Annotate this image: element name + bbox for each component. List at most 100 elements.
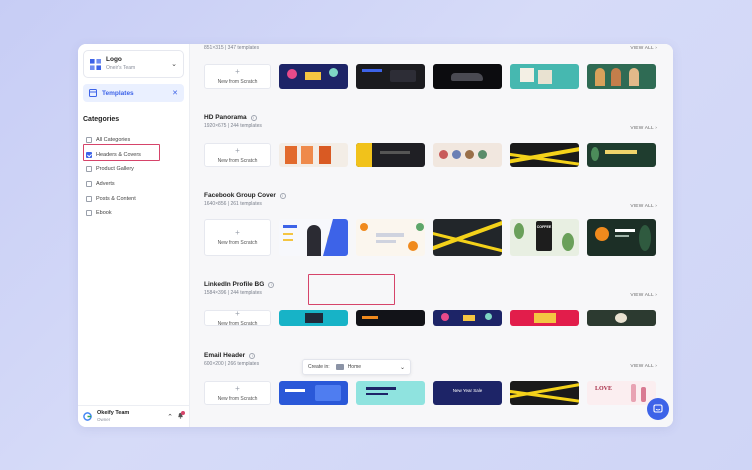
template-thumbnail[interactable] xyxy=(279,64,348,89)
info-icon[interactable]: i xyxy=(250,114,257,121)
close-icon[interactable]: ✕ xyxy=(172,89,178,97)
template-row: + New from Scratch COFFEE xyxy=(204,219,656,256)
create-in-bar[interactable]: Create in: Home ⌄ xyxy=(302,359,411,375)
section-subtitle: 851×315 | 347 templates xyxy=(204,45,260,51)
team-name: Logo xyxy=(106,56,122,64)
category-item-product-gallery[interactable]: Product Gallery xyxy=(86,162,141,177)
template-thumbnail[interactable] xyxy=(356,143,425,167)
template-thumbnail[interactable] xyxy=(356,310,425,326)
thumb-text-coffee: COFFEE xyxy=(536,225,552,229)
section-title: Facebook Group Cover xyxy=(204,192,276,199)
footer-role: Owner xyxy=(97,417,111,422)
template-thumbnail[interactable] xyxy=(279,310,348,326)
checkbox[interactable] xyxy=(86,181,92,188)
template-thumbnail[interactable] xyxy=(510,64,579,89)
template-thumbnail[interactable]: LOVE xyxy=(587,381,656,405)
template-thumbnail[interactable] xyxy=(279,381,348,405)
template-thumbnail[interactable] xyxy=(279,219,348,256)
new-from-scratch-card[interactable]: + New from Scratch xyxy=(204,143,271,167)
section-subtitle: 1640×856 | 261 templates xyxy=(204,201,262,207)
category-item-posts-content[interactable]: Posts & Content xyxy=(86,191,141,206)
view-all-link[interactable]: VIEW ALL › xyxy=(630,364,657,369)
template-row: + New from Scratch xyxy=(204,64,656,89)
info-icon[interactable]: i xyxy=(279,192,286,199)
info-icon[interactable]: i xyxy=(268,281,275,288)
template-thumbnail[interactable] xyxy=(433,310,502,326)
template-thumbnail[interactable] xyxy=(433,64,502,89)
section-email-header: Email Header i 600×200 | 266 templates VI… xyxy=(204,352,659,369)
sidebar: Logo Oneir's Team ⌄ Templates ✕ Categori… xyxy=(78,44,190,427)
checkbox[interactable] xyxy=(86,210,92,217)
chevron-down-icon: ⌄ xyxy=(399,364,405,371)
chevron-down-icon: ⌄ xyxy=(171,61,177,68)
plus-icon: + xyxy=(235,67,240,76)
view-all-link[interactable]: VIEW ALL › xyxy=(630,204,657,209)
chat-support-button[interactable] xyxy=(647,398,669,420)
new-from-scratch-card[interactable]: + New from Scratch xyxy=(204,381,271,405)
new-from-scratch-card[interactable]: + New from Scratch xyxy=(204,219,271,256)
template-thumbnail[interactable] xyxy=(587,64,656,89)
new-from-scratch-card[interactable]: + New from Scratch xyxy=(204,308,271,327)
team-switcher[interactable]: Logo Oneir's Team ⌄ xyxy=(83,50,184,78)
checkbox[interactable] xyxy=(86,166,92,173)
section-facebook-cover: 851×315 | 347 templates VIEW ALL › xyxy=(204,44,659,51)
template-thumbnail[interactable] xyxy=(433,219,502,256)
view-all-link[interactable]: VIEW ALL › xyxy=(630,293,657,298)
template-row: + New from Scratch New Year Sale LOVE xyxy=(204,381,656,405)
template-row: + New from Scratch xyxy=(204,308,656,327)
view-all-link[interactable]: VIEW ALL › xyxy=(630,126,657,131)
thumb-text-sale: New Year Sale xyxy=(452,388,483,393)
checkbox[interactable] xyxy=(86,137,92,144)
chevron-up-icon[interactable]: ⌃ xyxy=(167,413,173,421)
template-thumbnail[interactable]: New Year Sale xyxy=(433,381,502,405)
template-thumbnail[interactable] xyxy=(587,310,656,326)
template-thumbnail[interactable] xyxy=(279,143,348,167)
team-subtitle: Oneir's Team xyxy=(106,64,136,71)
view-all-link[interactable]: VIEW ALL › xyxy=(630,46,657,51)
new-from-scratch-card[interactable]: + New from Scratch xyxy=(204,64,271,89)
template-thumbnail[interactable] xyxy=(356,219,425,256)
plus-icon: + xyxy=(235,383,240,393)
section-hd-panorama: HD Panorama i 1920×675 | 244 templates VI… xyxy=(204,114,659,131)
section-highlight xyxy=(308,274,395,305)
workspace-logo-icon xyxy=(83,412,92,421)
info-icon[interactable]: i xyxy=(249,352,256,359)
create-in-label: Create in: xyxy=(308,364,330,370)
template-thumbnail[interactable] xyxy=(587,143,656,167)
chat-icon xyxy=(653,404,663,413)
section-linkedin-profile-bg: LinkedIn Profile BG i 1584×396 | 244 temp… xyxy=(204,281,659,298)
plus-icon: + xyxy=(235,145,240,155)
template-thumbnail[interactable] xyxy=(433,143,502,167)
section-subtitle: 1920×675 | 244 templates xyxy=(204,123,262,129)
thumb-text-love: LOVE xyxy=(595,386,613,392)
template-thumbnail[interactable] xyxy=(356,381,425,405)
category-highlight xyxy=(83,144,160,161)
section-title: HD Panorama xyxy=(204,114,247,121)
template-thumbnail[interactable] xyxy=(510,310,579,326)
footer-team-name: Okeify Team xyxy=(97,409,130,416)
template-thumbnail[interactable]: COFFEE xyxy=(510,219,579,256)
templates-tab-label: Templates xyxy=(102,89,134,97)
category-item-ebook[interactable]: Ebook xyxy=(86,206,141,221)
category-item-adverts[interactable]: Adverts xyxy=(86,177,141,192)
bell-icon[interactable] xyxy=(177,411,185,421)
section-facebook-group-cover: Facebook Group Cover i 1640×856 | 261 tem… xyxy=(204,192,659,209)
plus-icon: + xyxy=(235,228,240,237)
templates-icon xyxy=(89,89,97,97)
section-title: LinkedIn Profile BG xyxy=(204,281,265,288)
sidebar-footer[interactable]: Okeify Team Owner ⌃ xyxy=(78,405,189,427)
section-title: Email Header xyxy=(204,352,246,359)
notification-dot xyxy=(181,411,185,415)
plus-icon: + xyxy=(235,308,240,318)
templates-tab[interactable]: Templates ✕ xyxy=(83,84,184,102)
checkbox[interactable] xyxy=(86,195,92,202)
section-subtitle: 1584×396 | 244 templates xyxy=(204,290,262,296)
template-thumbnail[interactable] xyxy=(356,64,425,89)
team-logo-icon xyxy=(90,58,101,70)
template-thumbnail[interactable] xyxy=(587,219,656,256)
section-subtitle: 600×200 | 266 templates xyxy=(204,361,260,367)
folder-icon xyxy=(335,364,344,370)
create-in-location: Home xyxy=(347,364,362,370)
template-thumbnail[interactable] xyxy=(510,381,579,405)
template-thumbnail[interactable] xyxy=(510,143,579,167)
